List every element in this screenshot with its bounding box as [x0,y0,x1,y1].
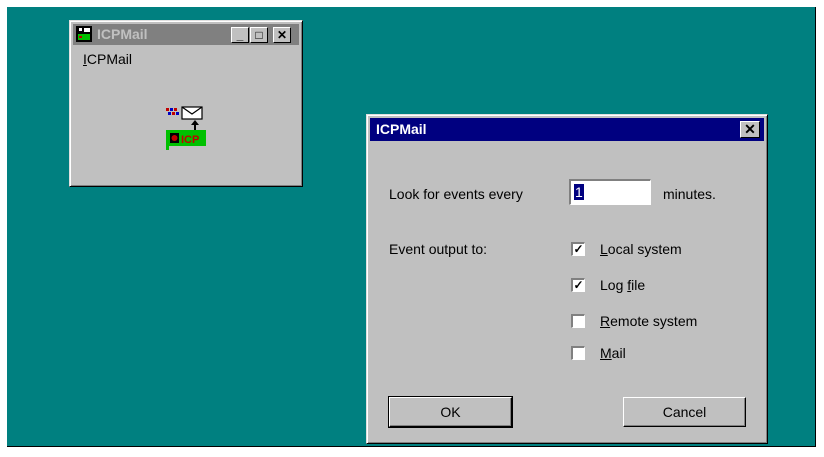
interval-prefix-label: Look for events every [389,186,523,202]
ok-button[interactable]: OK [388,396,513,428]
ok-label: OK [440,404,461,420]
remote-system-label[interactable]: Remote system [600,313,697,329]
cancel-button[interactable]: Cancel [623,397,746,427]
icp-mail-icon[interactable]: ICP [160,106,216,152]
app-close-button[interactable]: ✕ [273,27,291,43]
remote-system-checkbox[interactable] [571,314,585,328]
icpmail-dialog[interactable]: ICPMail ✕ Look for events every 1 minute… [366,114,768,444]
log-file-label[interactable]: Log file [600,277,645,293]
app-window-title: ICPMail [97,26,148,42]
cancel-label: Cancel [662,404,707,420]
interval-value: 1 [574,184,584,200]
minimize-icon: _ [236,28,244,42]
mail-checkbox[interactable] [571,346,585,360]
maximize-icon: □ [255,28,263,42]
local-system-label[interactable]: Local system [600,241,682,257]
maximize-button[interactable]: □ [250,27,268,43]
minimize-button[interactable]: _ [231,27,249,43]
event-output-label: Event output to: [389,241,488,257]
menu-label-rest: CPMail [86,51,133,67]
dialog-title-bar[interactable]: ICPMail ✕ [370,118,764,141]
app-system-icon[interactable] [75,25,93,43]
icpmail-app-window[interactable]: ICPMail _ □ ✕ ICPMail ICP [69,20,303,187]
app-title-bar[interactable]: ICPMail _ □ ✕ [73,24,299,45]
dialog-title: ICPMail [376,121,427,137]
dialog-close-button[interactable]: ✕ [740,121,760,138]
menu-icpmail[interactable]: ICPMail [83,51,132,67]
interval-input[interactable]: 1 [569,179,651,205]
log-file-checkbox[interactable]: ✓ [571,278,585,292]
local-system-checkbox[interactable]: ✓ [571,242,585,256]
mail-label[interactable]: Mail [600,345,626,361]
close-icon: ✕ [276,28,288,42]
close-icon: ✕ [744,121,756,137]
icp-icon-text: ICP [181,134,199,146]
interval-suffix-label: minutes. [663,186,716,202]
